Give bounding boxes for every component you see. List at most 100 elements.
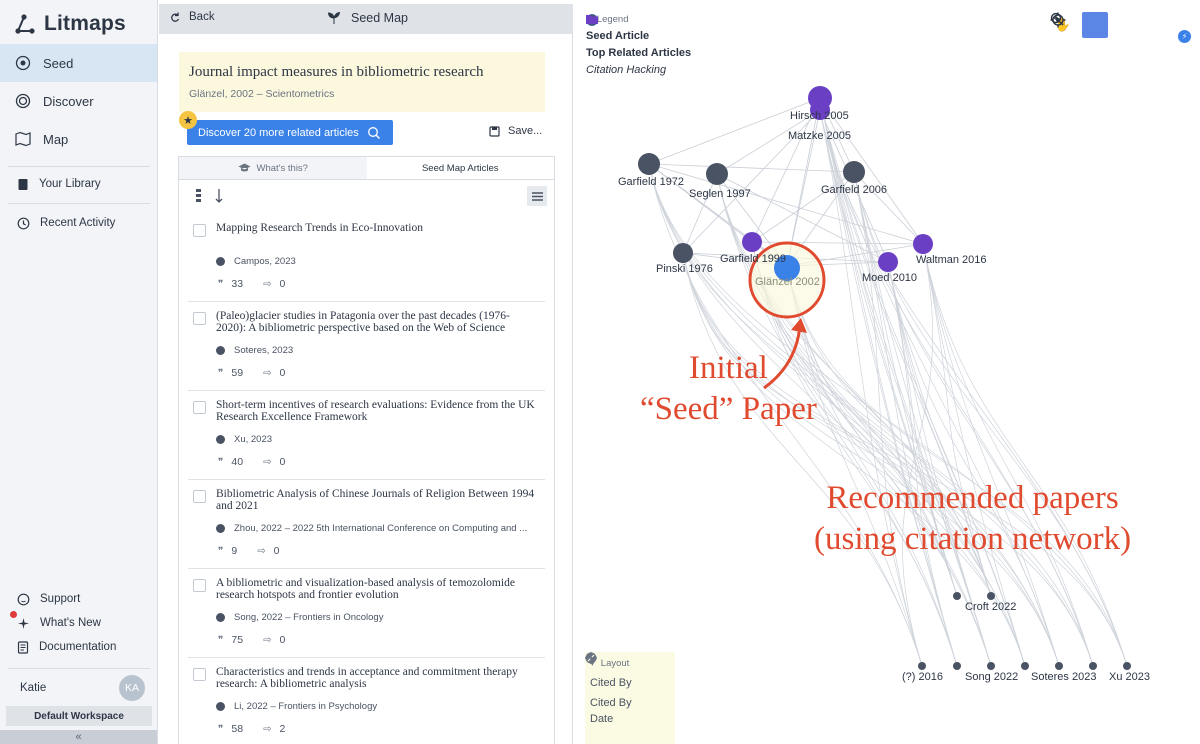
paper-node[interactable] [1055, 662, 1063, 670]
panel-tabs: What's this? Seed Map Articles [178, 156, 555, 180]
library-icon [18, 178, 28, 190]
article-title: Short-term incentives of research evalua… [216, 399, 535, 423]
paper-node[interactable] [673, 243, 693, 263]
workspace-selector[interactable]: Default Workspace [6, 706, 152, 726]
list-item[interactable]: Mapping Research Trends in Eco-Innovatio… [188, 214, 545, 302]
top-related-dot-icon [216, 257, 225, 266]
nav-recent-activity[interactable]: Recent Activity [0, 211, 157, 235]
list-view-button[interactable] [527, 186, 547, 206]
paper-node[interactable] [913, 234, 933, 254]
legend-top-related-label: Top Related Articles [586, 47, 692, 59]
sort-icon[interactable] [195, 188, 203, 204]
lightning-icon: ⚡ [1178, 30, 1191, 43]
collapse-sidebar-button[interactable]: « [0, 730, 157, 744]
legend-top-related: Top Related Articles [586, 14, 706, 59]
paper-node[interactable] [1089, 662, 1097, 670]
select-tool-button[interactable] [1051, 12, 1108, 38]
nav-support[interactable]: Support [0, 587, 157, 611]
reference-count: 0 [273, 545, 280, 557]
tab-whats-this[interactable]: What's this? [179, 157, 367, 179]
nav-whats-new-label: What's New [40, 617, 101, 629]
legend-seed-label: Seed Article [586, 30, 650, 42]
node-label: (?) 2016 [902, 671, 943, 683]
layout-size-option[interactable]: Cited By [585, 652, 670, 689]
layout-size-label: Cited By [590, 677, 632, 689]
logo[interactable]: Litmaps [14, 10, 126, 38]
seed-annotation: Initial “Seed” Paper [640, 348, 817, 431]
seed-article-card[interactable]: Journal impact measures in bibliometric … [179, 52, 545, 112]
panel-title-text: Seed Map [351, 11, 408, 25]
sort-direction-icon[interactable] [214, 188, 224, 204]
paper-node[interactable] [918, 662, 926, 670]
paper-node[interactable] [638, 153, 660, 175]
cited-count: 9 [231, 545, 238, 557]
tab-seed-map-articles[interactable]: Seed Map Articles [366, 157, 554, 179]
legend-header[interactable]: ▾Legend [586, 14, 706, 25]
legend-seed-article: Seed Article [586, 14, 706, 42]
paper-node[interactable] [953, 592, 961, 600]
list-item[interactable]: Short-term incentives of research evalua… [188, 391, 545, 480]
citation-edge [648, 163, 924, 245]
article-checkbox[interactable] [193, 668, 206, 681]
quote-icon: ❞ [218, 723, 224, 735]
node-label: Pinski 1976 [656, 263, 713, 275]
article-checkbox[interactable] [193, 579, 206, 592]
nav-documentation[interactable]: Documentation [0, 635, 157, 659]
nav-whats-new[interactable]: What's New [0, 611, 157, 635]
user-row[interactable]: Katie KA [0, 672, 157, 704]
nav-seed[interactable]: Seed [0, 44, 157, 82]
nav-library[interactable]: Your Library [0, 172, 157, 196]
discover-label: Discover 20 more related articles [198, 126, 359, 139]
paper-node[interactable] [953, 662, 961, 670]
paper-node[interactable] [1123, 662, 1131, 670]
top-related-dot-icon [216, 524, 225, 533]
zoom-out-button[interactable] [1050, 12, 1176, 38]
paper-node[interactable] [843, 161, 865, 183]
folder-icon [586, 15, 598, 24]
citation-map[interactable]: ▾Legend Seed Article Top Related Article… [574, 0, 1200, 744]
layout-panel: ▾ Layout Cited By Cited By Date [585, 652, 675, 744]
list-toolbar [191, 186, 547, 208]
list-item[interactable]: Bibliometric Analysis of Chinese Journal… [188, 480, 545, 569]
legend-header-label: Legend [596, 14, 629, 25]
paper-node[interactable] [706, 163, 728, 185]
article-checkbox[interactable] [193, 224, 206, 237]
nav-map-label: Map [43, 131, 69, 147]
node-label: Waltman 2016 [916, 254, 987, 266]
back-button[interactable]: Back [169, 11, 215, 23]
save-button[interactable]: Save... [489, 125, 542, 137]
back-label: Back [189, 11, 215, 23]
layout-vertical-option[interactable]: Cited By [588, 652, 670, 709]
docs-icon [17, 640, 29, 654]
target-icon [1050, 12, 1066, 28]
panel-title: Seed Map [327, 11, 408, 25]
paper-node[interactable] [878, 252, 898, 272]
list-item[interactable]: A bibliometric and visualization-based a… [188, 569, 545, 658]
layout-horizontal-option[interactable]: Date [585, 655, 670, 725]
quote-icon: ❞ [218, 545, 224, 557]
paper-node[interactable] [987, 662, 995, 670]
quote-icon: ❞ [218, 278, 224, 290]
avatar[interactable]: KA [119, 675, 145, 701]
article-title: Bibliometric Analysis of Chinese Journal… [216, 488, 535, 512]
article-checkbox[interactable] [193, 312, 206, 325]
node-label: Song 2022 [965, 671, 1019, 683]
list-item[interactable]: Characteristics and trends in acceptance… [188, 658, 545, 744]
list-view-icon [531, 191, 543, 201]
article-checkbox[interactable] [193, 490, 206, 503]
cited-count: 58 [231, 723, 244, 735]
list-item[interactable]: (Paleo)glacier studies in Patagonia over… [188, 302, 545, 391]
user-name: Katie [20, 682, 47, 694]
paper-node[interactable] [987, 592, 995, 600]
paper-node[interactable] [742, 232, 762, 252]
node-label: Croft 2022 [965, 601, 1017, 613]
article-checkbox[interactable] [193, 401, 206, 414]
paper-node[interactable] [1021, 662, 1029, 670]
discover-more-button[interactable]: Discover 20 more related articles [187, 120, 393, 145]
nav-discover[interactable]: Discover [0, 82, 157, 120]
nav-seed-label: Seed [43, 55, 74, 71]
nav-map[interactable]: Map [0, 120, 157, 158]
zoom-in-button[interactable] [1050, 12, 1144, 38]
layout-header[interactable]: ▾ Layout [590, 658, 670, 669]
cited-count: 33 [231, 278, 244, 290]
